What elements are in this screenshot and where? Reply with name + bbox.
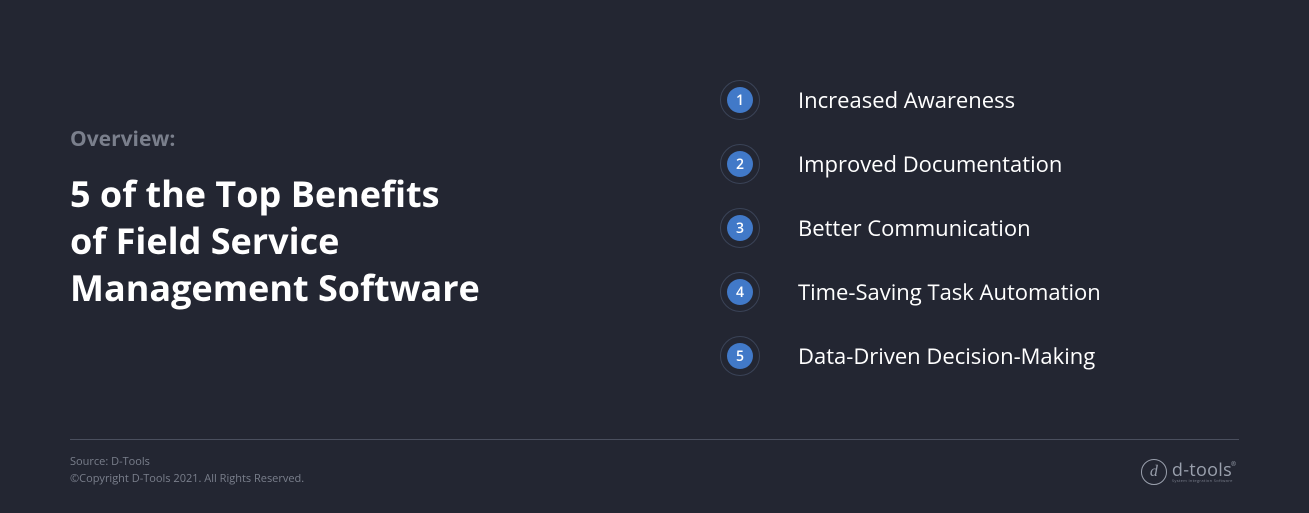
- footer-text: Source: D-Tools ©Copyright D-Tools 2021.…: [70, 454, 1239, 487]
- benefit-text: Increased Awareness: [798, 85, 1015, 115]
- number-badge: 3: [720, 208, 760, 248]
- copyright-text: ©Copyright D-Tools 2021. All Rights Rese…: [70, 471, 304, 486]
- number-badge: 2: [720, 144, 760, 184]
- number-badge-inner: 4: [727, 279, 753, 305]
- title-line-2: of Field Service: [70, 216, 339, 265]
- list-item: 2 Improved Documentation: [720, 144, 1239, 184]
- number-badge-inner: 3: [727, 215, 753, 241]
- number-badge-inner: 2: [727, 151, 753, 177]
- number-badge-inner: 5: [727, 343, 753, 369]
- main-title: 5 of the Top Benefits of Field Service M…: [70, 171, 630, 311]
- footer: Source: D-Tools ©Copyright D-Tools 2021.…: [70, 439, 1239, 487]
- logo-subtext: System Integration Software: [1172, 480, 1237, 484]
- logo-circle-icon: d: [1141, 459, 1167, 485]
- left-column: Overview: 5 of the Top Benefits of Field…: [70, 80, 630, 376]
- title-line-1: 5 of the Top Benefits: [70, 169, 440, 218]
- number-badge-inner: 1: [727, 87, 753, 113]
- benefits-list: 1 Increased Awareness 2 Improved Documen…: [670, 80, 1239, 376]
- registered-icon: ®: [1231, 460, 1236, 468]
- list-item: 5 Data-Driven Decision-Making: [720, 336, 1239, 376]
- benefit-text: Data-Driven Decision-Making: [798, 341, 1095, 371]
- list-item: 4 Time-Saving Task Automation: [720, 272, 1239, 312]
- benefit-text: Better Communication: [798, 213, 1031, 243]
- logo-text-wrap: d-tools® System Integration Software: [1172, 461, 1237, 484]
- overview-label: Overview:: [70, 125, 630, 153]
- dtools-logo: d d-tools® System Integration Software: [1141, 459, 1237, 485]
- benefit-text: Improved Documentation: [798, 149, 1062, 179]
- divider: [70, 439, 1239, 440]
- number-badge: 4: [720, 272, 760, 312]
- title-line-3: Management Software: [70, 263, 480, 312]
- number-badge: 5: [720, 336, 760, 376]
- main-content: Overview: 5 of the Top Benefits of Field…: [0, 0, 1309, 376]
- number-badge: 1: [720, 80, 760, 120]
- list-item: 3 Better Communication: [720, 208, 1239, 248]
- source-text: Source: D-Tools: [70, 454, 150, 469]
- logo-text: d-tools: [1172, 458, 1232, 482]
- benefit-text: Time-Saving Task Automation: [798, 277, 1101, 307]
- list-item: 1 Increased Awareness: [720, 80, 1239, 120]
